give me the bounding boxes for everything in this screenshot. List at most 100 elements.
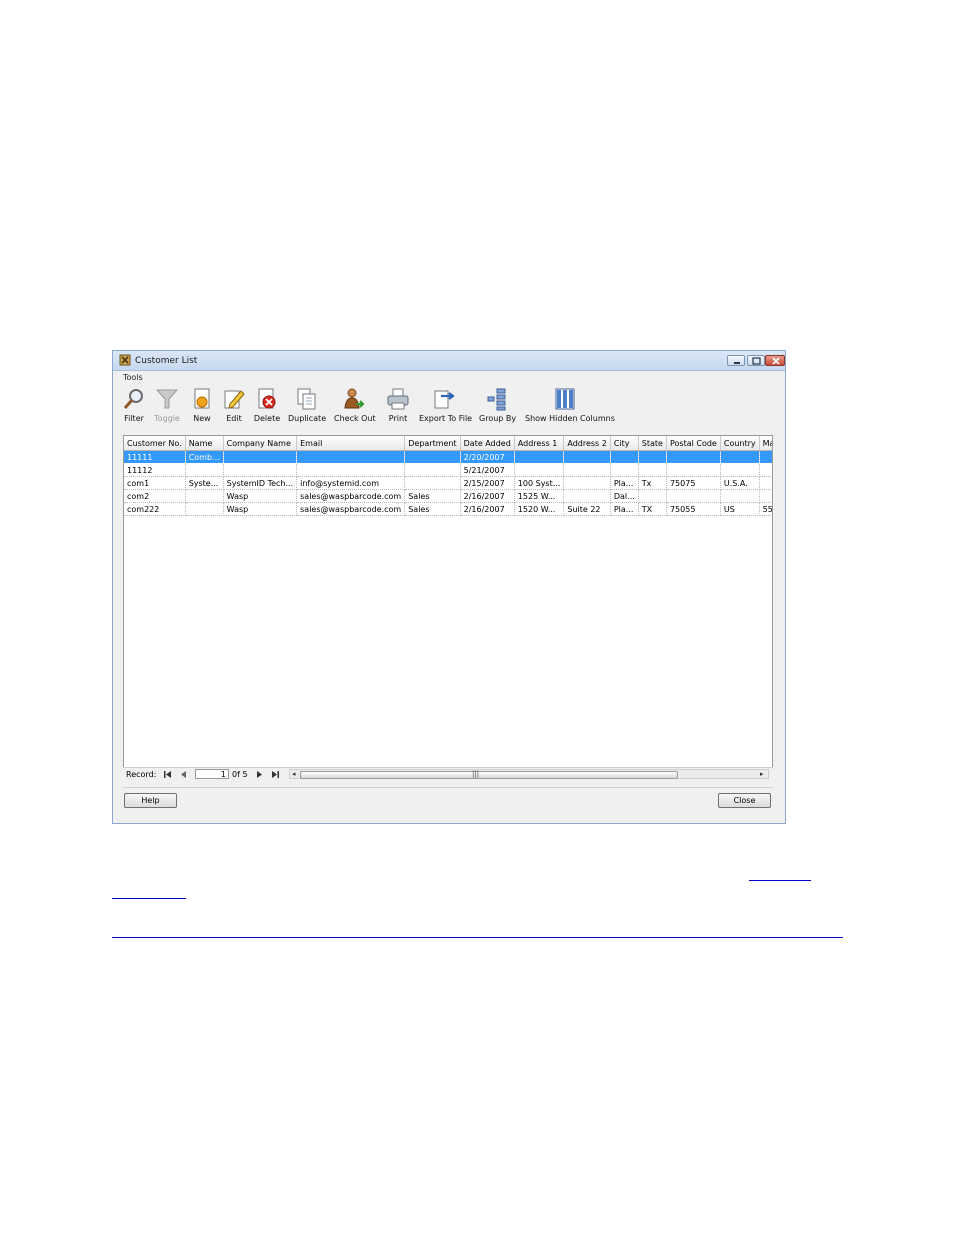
menu-tools[interactable]: Tools <box>123 373 143 382</box>
cell[interactable] <box>610 463 639 477</box>
cell[interactable] <box>296 463 406 477</box>
col-header-date-added[interactable]: Date Added <box>460 436 515 451</box>
next-record-icon[interactable] <box>255 770 264 779</box>
table-row[interactable]: com2 Wasp sales@waspbarcode.com Sales 2/… <box>124 489 772 503</box>
scroll-left-icon[interactable]: ◂ <box>292 770 296 778</box>
export-to-file-button[interactable]: Export To File <box>419 387 472 427</box>
cell[interactable] <box>759 450 772 464</box>
cell[interactable] <box>563 489 611 503</box>
cell[interactable]: com222 <box>124 502 186 516</box>
cell[interactable]: 75055 <box>666 502 721 516</box>
cell[interactable] <box>563 463 611 477</box>
cell[interactable]: 2/20/2007 <box>460 450 515 464</box>
cell[interactable]: com2 <box>124 489 186 503</box>
cell[interactable]: Wasp <box>223 489 298 503</box>
cell[interactable]: 11111 <box>124 450 186 464</box>
col-header-state[interactable]: State <box>638 436 667 451</box>
cell[interactable]: SystemID Tech... <box>223 476 298 490</box>
col-header-customer-no[interactable]: Customer No. <box>124 436 186 451</box>
cell[interactable]: Sales <box>404 489 461 503</box>
cell[interactable]: Comb... <box>185 450 224 464</box>
cell[interactable] <box>514 450 565 464</box>
cell[interactable] <box>514 463 565 477</box>
col-header-postal-code[interactable]: Postal Code <box>666 436 721 451</box>
cell[interactable]: 2/16/2007 <box>460 502 515 516</box>
cell[interactable] <box>759 463 772 477</box>
cell[interactable] <box>404 476 461 490</box>
edit-button[interactable]: Edit <box>221 387 247 427</box>
cell[interactable] <box>223 450 298 464</box>
cell[interactable] <box>563 450 611 464</box>
cell[interactable]: 100 Syst... <box>514 476 565 490</box>
table-row[interactable]: com222 Wasp sales@waspbarcode.com Sales … <box>124 502 772 516</box>
cell[interactable]: sales@waspbarcode.com <box>296 502 406 516</box>
col-header-address-1[interactable]: Address 1 <box>514 436 565 451</box>
cell[interactable]: info@systemid.com <box>296 476 406 490</box>
cell[interactable]: 2/16/2007 <box>460 489 515 503</box>
cell[interactable] <box>759 489 772 503</box>
col-header-name[interactable]: Name <box>185 436 224 451</box>
horizontal-scrollbar[interactable]: ◂ ||| ▸ <box>289 769 769 779</box>
cell[interactable]: Dal... <box>610 489 639 503</box>
cell[interactable] <box>223 463 298 477</box>
check-out-button[interactable]: Check Out <box>334 387 376 427</box>
cell[interactable]: 11112 <box>124 463 186 477</box>
cell[interactable] <box>638 450 667 464</box>
previous-record-icon[interactable] <box>179 770 188 779</box>
hyperlink-fragment[interactable] <box>749 868 811 881</box>
cell[interactable] <box>563 476 611 490</box>
hyperlink-line[interactable] <box>112 925 843 938</box>
check-out-label[interactable]: Check Out <box>334 414 376 423</box>
toggle-button[interactable]: Toggle <box>151 387 183 427</box>
table-row[interactable]: 11112 5/21/2007 <box>124 463 772 477</box>
new-button[interactable]: New <box>189 387 215 427</box>
cell[interactable]: Wasp <box>223 502 298 516</box>
cell[interactable]: Pla... <box>610 502 639 516</box>
maximize-button[interactable] <box>747 355 765 366</box>
cell[interactable] <box>720 489 760 503</box>
col-header-company-name[interactable]: Company Name <box>223 436 298 451</box>
cell[interactable] <box>666 450 721 464</box>
cell[interactable]: US <box>720 502 760 516</box>
cell[interactable]: Suite 22 <box>563 502 611 516</box>
delete-button[interactable]: Delete <box>253 387 281 427</box>
cell[interactable] <box>185 489 224 503</box>
filter-button[interactable]: Filter <box>121 387 147 427</box>
scrollbar-thumb[interactable] <box>300 771 678 779</box>
cell[interactable] <box>404 450 461 464</box>
cell[interactable]: Sales <box>404 502 461 516</box>
print-button[interactable]: Print <box>385 387 411 427</box>
cell[interactable]: TX <box>638 502 667 516</box>
cell[interactable] <box>296 450 406 464</box>
cell[interactable]: U.S.A. <box>720 476 760 490</box>
cell[interactable] <box>720 463 760 477</box>
cell[interactable]: 1525 W... <box>514 489 565 503</box>
col-header-country[interactable]: Country <box>720 436 760 451</box>
show-hidden-columns-button[interactable]: Show Hidden Columns <box>525 387 615 427</box>
cell[interactable] <box>404 463 461 477</box>
cell[interactable] <box>610 450 639 464</box>
cell[interactable]: 5/21/2007 <box>460 463 515 477</box>
cell[interactable]: Syste... <box>185 476 224 490</box>
cell[interactable]: 2/15/2007 <box>460 476 515 490</box>
cell[interactable]: 75075 <box>666 476 721 490</box>
cell[interactable] <box>638 489 667 503</box>
cell[interactable]: Tx <box>638 476 667 490</box>
col-header-mail[interactable]: Mail <box>759 436 772 451</box>
cell[interactable] <box>638 463 667 477</box>
cell[interactable]: Pla... <box>610 476 639 490</box>
close-window-button[interactable] <box>765 355 785 366</box>
col-header-address-2[interactable]: Address 2 <box>563 436 611 451</box>
hyperlink-fragment[interactable] <box>112 886 186 899</box>
cell[interactable]: 1520 W... <box>514 502 565 516</box>
col-header-email[interactable]: Email <box>296 436 406 451</box>
cell[interactable] <box>185 502 224 516</box>
title-bar[interactable]: Customer List <box>113 351 785 371</box>
col-header-city[interactable]: City <box>610 436 639 451</box>
last-record-icon[interactable] <box>271 770 280 779</box>
cell[interactable] <box>185 463 224 477</box>
help-button[interactable]: Help <box>124 793 177 808</box>
cell[interactable]: sales@waspbarcode.com <box>296 489 406 503</box>
table-row[interactable]: 11111 Comb... 2/20/2007 <box>124 450 772 464</box>
cell[interactable] <box>720 450 760 464</box>
